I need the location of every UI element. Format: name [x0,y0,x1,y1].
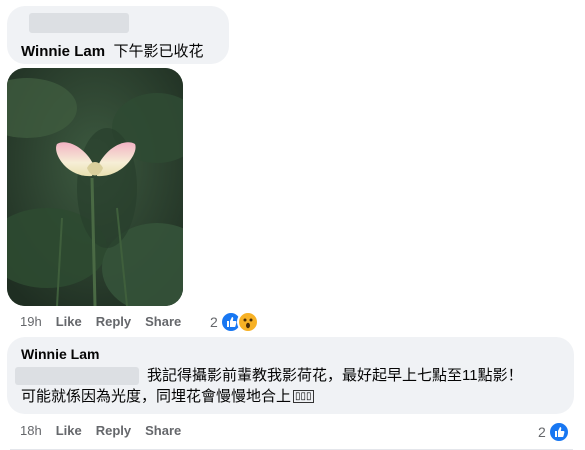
reply-button[interactable]: Reply [96,314,131,329]
like-button[interactable]: Like [56,423,82,438]
share-button[interactable]: Share [145,314,181,329]
comment-actions: 19h Like Reply Share [20,314,181,329]
comment-text-line2: 可能就係因為光度，同埋花會慢慢地合上 [21,388,292,405]
comment-bubble: Winnie Lam 我記得攝影前輩教我影荷花，最好起早上七點至11點影！ 可能… [7,337,574,414]
comment-photo[interactable] [7,68,183,306]
like-button[interactable]: Like [56,314,82,329]
comment-text-line1: 我記得攝影前輩教我影荷花，最好起早上七點至11點影！ [147,367,523,384]
comment-author[interactable]: Winnie Lam [21,346,99,362]
comment-text: 下午影已收花 [113,43,204,60]
lotus-bud-photo [7,68,183,306]
comment-bubble: Winnie Lam 下午影已收花 [7,6,229,64]
redacted-name-blur [29,13,129,33]
reaction-count: 2 [538,424,546,440]
reaction-summary[interactable]: 2 [538,421,570,443]
comment-author[interactable]: Winnie Lam [21,43,105,60]
reply-button[interactable]: Reply [96,423,131,438]
reaction-count: 2 [210,314,218,330]
comment-actions: 18h Like Reply Share [20,423,181,438]
emoji-glyph: ▯▯▯ [293,390,314,404]
reaction-summary[interactable]: 2 [210,311,259,333]
comment-timestamp[interactable]: 18h [20,423,42,438]
wow-icon [236,311,259,333]
like-icon [547,421,570,443]
share-button[interactable]: Share [145,423,181,438]
comment-timestamp[interactable]: 19h [20,314,42,329]
redacted-mention-blur [15,366,139,385]
